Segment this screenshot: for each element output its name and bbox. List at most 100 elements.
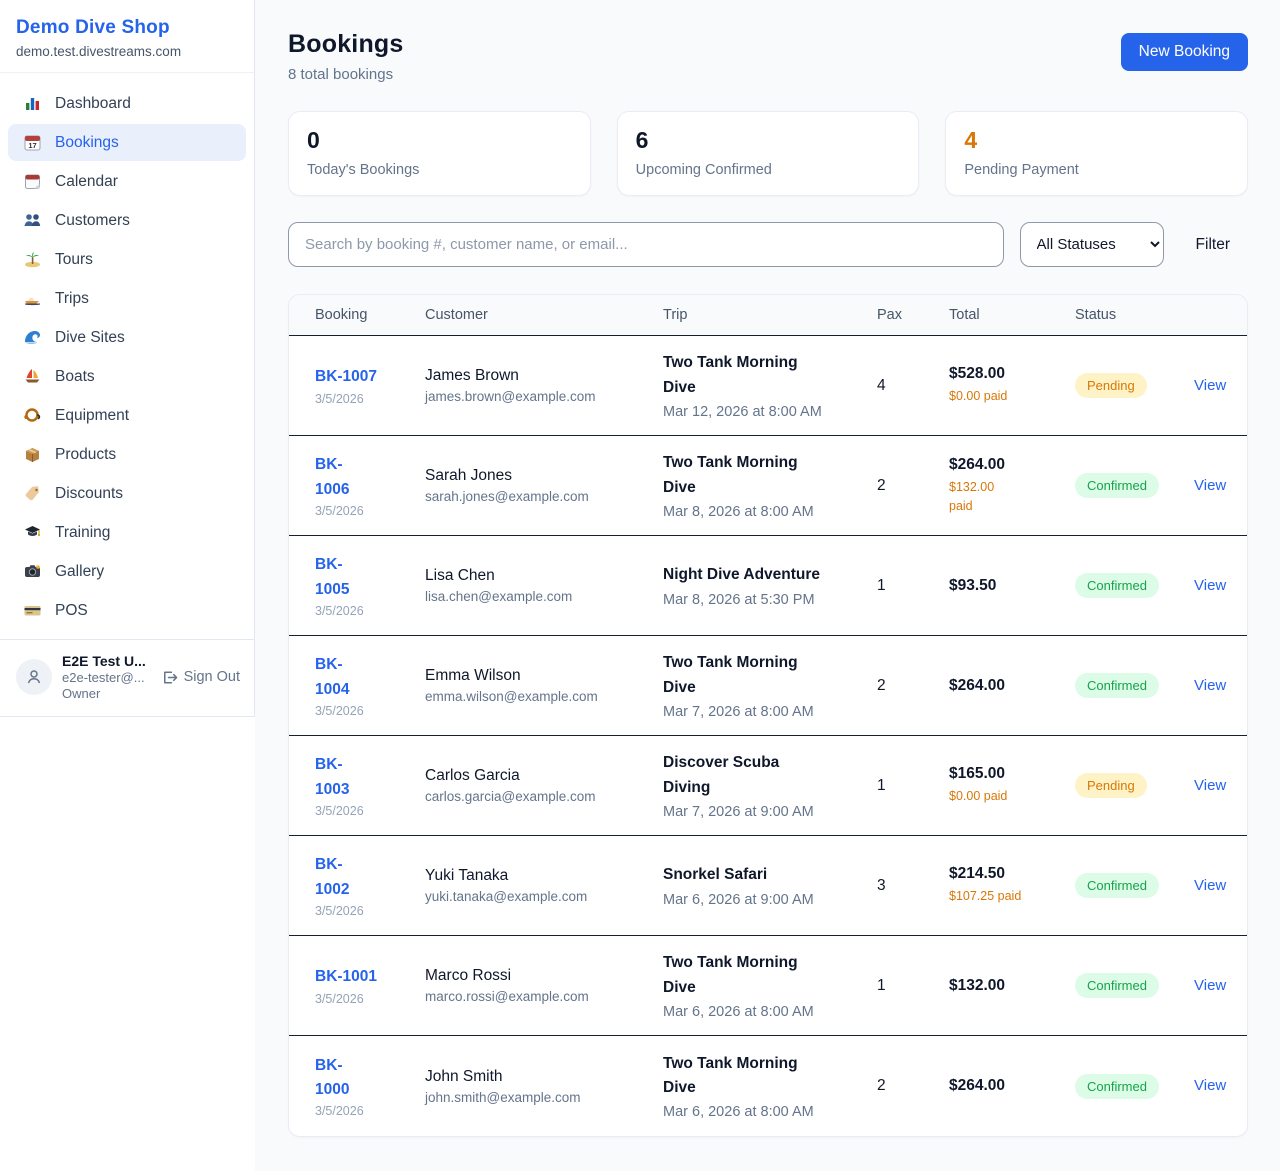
sidebar-item-bookings[interactable]: 17Bookings xyxy=(8,124,246,161)
view-booking-link[interactable]: View xyxy=(1194,577,1226,594)
bar-chart-icon xyxy=(23,94,42,113)
stat-label: Upcoming Confirmed xyxy=(636,162,901,178)
booking-id-link[interactable]: BK- 1004 xyxy=(315,653,411,701)
sidebar-item-equipment[interactable]: Equipment xyxy=(8,397,246,434)
user-role: Owner xyxy=(62,686,151,701)
customer-email: marco.rossi@example.com xyxy=(425,989,649,1004)
sidebar-item-products[interactable]: Products xyxy=(8,436,246,473)
sidebar-item-label: Calendar xyxy=(55,173,118,191)
view-booking-link[interactable]: View xyxy=(1194,477,1226,494)
sign-out-button[interactable]: Sign Out xyxy=(161,669,240,686)
column-header: Pax xyxy=(877,307,949,323)
user-meta: E2E Test U... e2e-tester@... Owner xyxy=(62,653,151,701)
customer-email: emma.wilson@example.com xyxy=(425,689,649,704)
status-cell: Confirmed xyxy=(1075,1074,1194,1099)
stat-card: 0Today's Bookings xyxy=(288,111,591,196)
sidebar-item-customers[interactable]: Customers xyxy=(8,202,246,239)
booking-id-link[interactable]: BK-1007 xyxy=(315,365,411,389)
trip-datetime: Mar 7, 2026 at 9:00 AM xyxy=(663,804,863,820)
filter-button[interactable]: Filter xyxy=(1196,236,1230,254)
booking-id-link[interactable]: BK- 1000 xyxy=(315,1054,411,1102)
filter-controls: All Statuses Filter xyxy=(288,222,1248,267)
booking-id-cell: BK-1007 3/5/2026 xyxy=(315,365,425,405)
sidebar-item-gallery[interactable]: Gallery xyxy=(8,553,246,590)
total-amount: $214.50 xyxy=(949,865,1061,883)
column-header: Customer xyxy=(425,307,663,323)
booking-id-link[interactable]: BK- 1003 xyxy=(315,753,411,801)
sidebar-item-pos[interactable]: POS xyxy=(8,592,246,629)
sidebar-item-dive-sites[interactable]: Dive Sites xyxy=(8,319,246,356)
customer-cell: John Smithjohn.smith@example.com xyxy=(425,1068,663,1105)
booking-id-link[interactable]: BK-1001 xyxy=(315,965,411,989)
status-badge: Confirmed xyxy=(1075,1074,1159,1099)
status-filter-select[interactable]: All Statuses xyxy=(1020,222,1164,267)
customer-email: lisa.chen@example.com xyxy=(425,589,649,604)
pax-cell: 2 xyxy=(877,677,949,695)
booking-date: 3/5/2026 xyxy=(315,1104,411,1118)
trip-cell: Discover Scuba Diving Mar 7, 2026 at 9:00… xyxy=(663,751,877,819)
status-badge: Pending xyxy=(1075,373,1147,398)
booking-row: BK-1007 3/5/2026 James Brownjames.brown@ex… xyxy=(289,336,1247,436)
view-cell: View xyxy=(1194,977,1247,995)
new-booking-button[interactable]: New Booking xyxy=(1121,33,1248,71)
trip-name: Two Tank Morning Dive xyxy=(663,451,863,499)
sidebar-item-label: Equipment xyxy=(55,407,129,425)
view-booking-link[interactable]: View xyxy=(1194,1077,1226,1094)
sidebar: Demo Dive Shop demo.test.divestreams.com… xyxy=(0,0,255,717)
status-badge: Pending xyxy=(1075,773,1147,798)
sidebar-item-training[interactable]: Training xyxy=(8,514,246,551)
customer-cell: James Brownjames.brown@example.com xyxy=(425,367,663,404)
sidebar-item-dashboard[interactable]: Dashboard xyxy=(8,85,246,122)
booking-id-link[interactable]: BK- 1005 xyxy=(315,553,411,601)
customer-name: Carlos Garcia xyxy=(425,767,649,785)
booking-id-link[interactable]: BK- 1006 xyxy=(315,453,411,501)
booking-row: BK- 10053/5/2026Lisa Chenlisa.chen@examp… xyxy=(289,536,1247,636)
pax-cell: 2 xyxy=(877,477,949,495)
view-booking-link[interactable]: View xyxy=(1194,677,1226,694)
booking-id-link[interactable]: BK- 1002 xyxy=(315,853,411,901)
customer-cell: Carlos Garciacarlos.garcia@example.com xyxy=(425,767,663,804)
booking-row: BK- 10043/5/2026Emma Wilsonemma.wilson@e… xyxy=(289,636,1247,736)
sidebar-item-calendar[interactable]: Calendar xyxy=(8,163,246,200)
status-badge: Confirmed xyxy=(1075,873,1159,898)
user-name: E2E Test U... xyxy=(62,653,151,669)
customer-name: John Smith xyxy=(425,1068,649,1086)
stats-row: 0Today's Bookings6Upcoming Confirmed4Pen… xyxy=(288,111,1248,196)
table-header-row: BookingCustomerTripPaxTotalStatus xyxy=(289,295,1247,336)
calendar-date-icon: 17 xyxy=(23,133,42,152)
booking-row: BK- 10023/5/2026Yuki Tanakayuki.tanaka@e… xyxy=(289,836,1247,936)
booking-row: BK- 1000 3/5/2026 John Smithjohn.smith@exa… xyxy=(289,1036,1247,1136)
search-input[interactable] xyxy=(288,222,1004,267)
trip-name: Night Dive Adventure xyxy=(663,563,863,587)
tag-icon xyxy=(23,484,42,503)
customer-name: Marco Rossi xyxy=(425,967,649,985)
sidebar-item-label: Discounts xyxy=(55,485,123,503)
view-booking-link[interactable]: View xyxy=(1194,977,1226,994)
sidebar-item-discounts[interactable]: Discounts xyxy=(8,475,246,512)
view-booking-link[interactable]: View xyxy=(1194,777,1226,794)
total-amount: $93.50 xyxy=(949,577,1061,595)
view-booking-link[interactable]: View xyxy=(1194,877,1226,894)
sidebar-item-boats[interactable]: Boats xyxy=(8,358,246,395)
view-cell: View xyxy=(1194,377,1247,395)
view-booking-link[interactable]: View xyxy=(1194,377,1226,394)
booking-date: 3/5/2026 xyxy=(315,604,411,618)
total-amount: $264.00 xyxy=(949,677,1061,695)
booking-date: 3/5/2026 xyxy=(315,704,411,718)
dive-mask-icon xyxy=(23,406,42,425)
status-cell: Confirmed xyxy=(1075,673,1194,698)
credit-card-icon xyxy=(23,601,42,620)
trip-name: Snorkel Safari xyxy=(663,863,863,887)
booking-id-cell: BK- 10023/5/2026 xyxy=(315,853,425,917)
sidebar-item-tours[interactable]: Tours xyxy=(8,241,246,278)
sidebar-item-label: Training xyxy=(55,524,110,542)
booking-date: 3/5/2026 xyxy=(315,392,411,406)
view-cell: View xyxy=(1194,677,1247,695)
booking-id-cell: BK- 10063/5/2026 xyxy=(315,453,425,517)
main-content: Bookings 8 total bookings New Booking 0T… xyxy=(255,0,1280,1171)
trip-name: Discover Scuba Diving xyxy=(663,751,863,799)
view-cell: View xyxy=(1194,477,1247,495)
sailboat-icon xyxy=(23,367,42,386)
sidebar-item-trips[interactable]: Trips xyxy=(8,280,246,317)
trip-name: Two Tank Morning Dive xyxy=(663,1052,863,1100)
